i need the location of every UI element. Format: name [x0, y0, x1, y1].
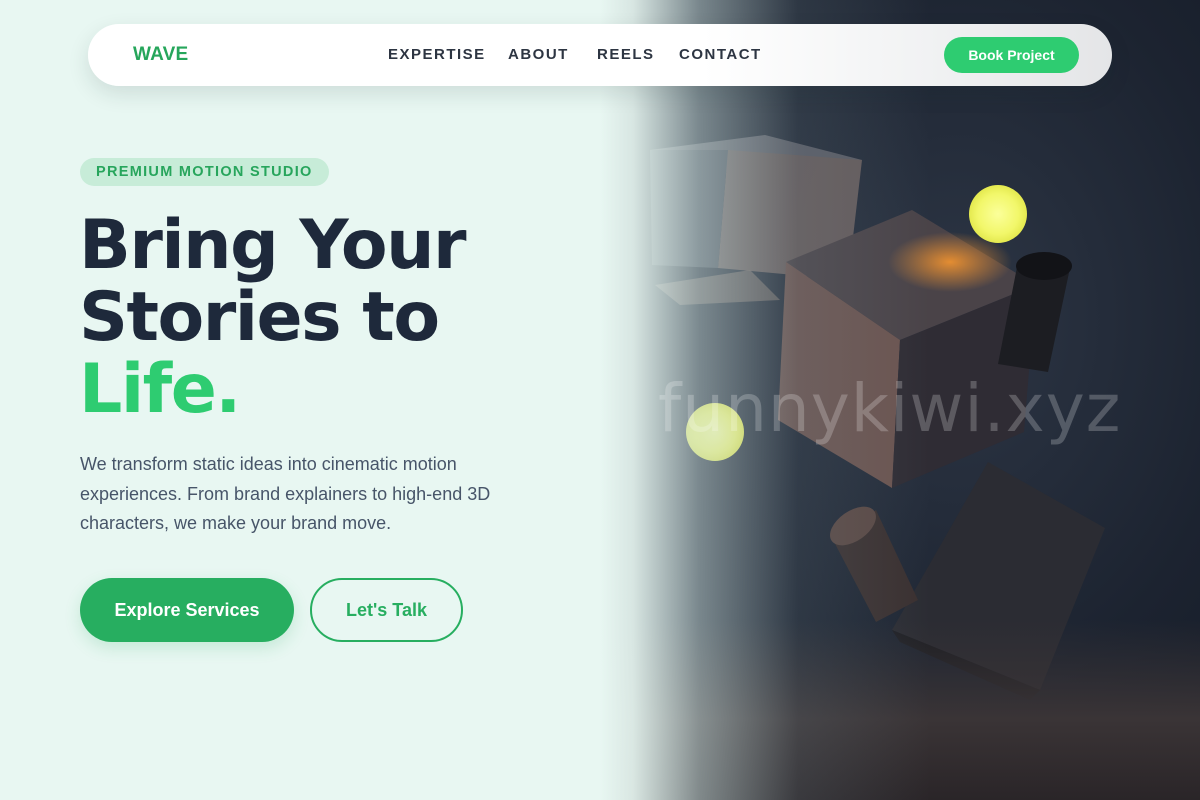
hero-headline: Bring Your Stories to Life. [79, 210, 599, 426]
watermark-text: funnykiwi.xyz [658, 370, 1122, 447]
headline-line-1: Bring Your [79, 206, 467, 285]
headline-line-2: Stories to [79, 278, 440, 357]
book-project-button[interactable]: Book Project [944, 37, 1079, 73]
nav-link-about[interactable]: ABOUT [508, 46, 569, 63]
hero-badge: PREMIUM MOTION STUDIO [80, 158, 329, 186]
hero-visual: funnykiwi.xyz [600, 0, 1200, 800]
brand-logo[interactable]: WAVE [133, 44, 188, 66]
glowing-orb-large [969, 185, 1027, 243]
nav-link-reels[interactable]: REELS [597, 46, 655, 63]
explore-services-button[interactable]: Explore Services [80, 578, 294, 642]
navbar: WAVE EXPERTISE ABOUT REELS CONTACT Book … [88, 24, 1112, 86]
nav-link-expertise[interactable]: EXPERTISE [388, 46, 486, 63]
nav-link-contact[interactable]: CONTACT [679, 46, 762, 63]
lets-talk-button[interactable]: Let's Talk [310, 578, 463, 642]
hero-description: We transform static ideas into cinematic… [80, 454, 491, 533]
headline-accent: Life. [79, 350, 241, 429]
